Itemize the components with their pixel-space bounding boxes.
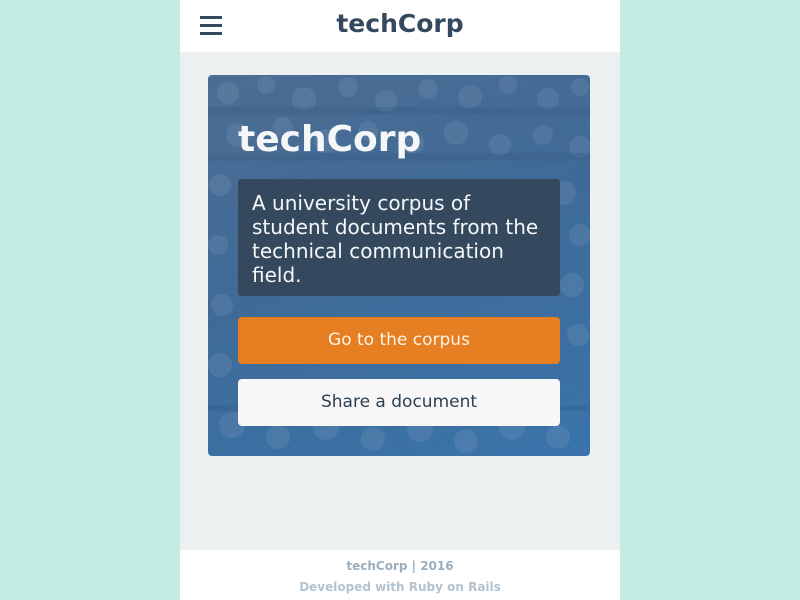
- page-footer: techCorp | 2016 Developed with Ruby on R…: [180, 550, 620, 600]
- hero-tagline: A university corpus of student documents…: [238, 179, 560, 296]
- hero-panel: techCorp A university corpus of student …: [208, 75, 590, 456]
- top-navbar: techCorp: [180, 0, 620, 52]
- mobile-viewport: techCorp techCorp A university corpus of…: [180, 0, 620, 600]
- footer-copyright: techCorp | 2016: [346, 559, 454, 573]
- navbar-brand[interactable]: techCorp: [180, 9, 620, 38]
- go-to-corpus-button[interactable]: Go to the corpus: [238, 317, 560, 364]
- share-document-button[interactable]: Share a document: [238, 379, 560, 426]
- hero-title: techCorp: [238, 119, 422, 160]
- footer-credit: Developed with Ruby on Rails: [299, 580, 501, 594]
